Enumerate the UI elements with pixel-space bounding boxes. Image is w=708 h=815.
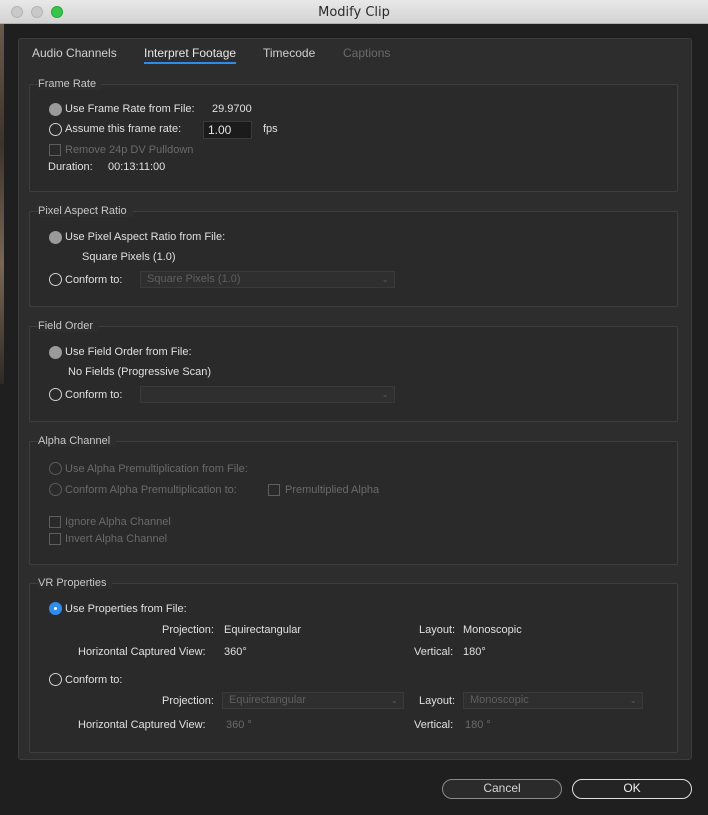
conform-layout-label: Layout: [419, 695, 456, 707]
fps-unit-label: fps [263, 123, 278, 135]
pixel-aspect-conform-label: Conform to: [65, 274, 123, 286]
use-alpha-premult-label: Use Alpha Premultiplication from File: [65, 463, 248, 475]
layout-value: Monoscopic [463, 624, 522, 636]
vr-conform-label: Conform to: [65, 674, 123, 686]
tab-audio-channels[interactable]: Audio Channels [32, 46, 117, 60]
chevron-down-icon: ⌄ [390, 695, 398, 705]
field-order-conform-radio[interactable] [49, 388, 62, 401]
use-pixel-aspect-from-file-radio[interactable] [49, 231, 62, 244]
alpha-channel-title: Alpha Channel [38, 435, 117, 447]
use-frame-rate-from-file-label: Use Frame Rate from File: [65, 103, 195, 115]
tab-interpret-footage[interactable]: Interpret Footage [144, 46, 237, 64]
layout-label: Layout: [419, 624, 456, 636]
conform-alpha-premult-radio [49, 483, 62, 496]
conform-projection-label: Projection: [162, 695, 214, 707]
premultiplied-alpha-label: Premultiplied Alpha [285, 484, 380, 496]
vertical-value: 180° [463, 646, 486, 658]
projection-label: Projection: [162, 624, 214, 636]
frame-rate-title: Frame Rate [38, 78, 103, 90]
assume-frame-rate-label: Assume this frame rate: [65, 123, 182, 135]
duration-value: 00:13:11:00 [108, 161, 166, 173]
conform-layout-value: Monoscopic [470, 694, 529, 706]
vertical-label: Vertical: [414, 646, 454, 658]
vr-properties-title: VR Properties [38, 577, 113, 589]
vr-conform-radio[interactable] [49, 673, 62, 686]
conform-projection-select[interactable]: Equirectangular ⌄ [222, 692, 404, 709]
pixel-aspect-title: Pixel Aspect Ratio [38, 205, 133, 217]
use-frame-rate-from-file-radio[interactable] [49, 103, 62, 116]
field-order-conform-label: Conform to: [65, 389, 123, 401]
use-field-order-from-file-radio[interactable] [49, 346, 62, 359]
background-window-strip [0, 24, 4, 384]
pixel-aspect-conform-select[interactable]: Square Pixels (1.0) ⌄ [140, 271, 395, 288]
use-vr-from-file-label: Use Properties from File: [65, 603, 187, 615]
invert-alpha-checkbox [49, 533, 61, 545]
conform-horizontal-view-value: 360 ° [226, 719, 252, 731]
frame-rate-input[interactable]: 1.00 [203, 121, 252, 139]
conform-layout-select[interactable]: Monoscopic ⌄ [463, 692, 643, 709]
assume-frame-rate-radio[interactable] [49, 123, 62, 136]
remove-pulldown-label: Remove 24p DV Pulldown [65, 144, 194, 156]
invert-alpha-label: Invert Alpha Channel [65, 533, 168, 545]
field-order-file-value: No Fields (Progressive Scan) [68, 366, 212, 378]
horizontal-view-label: Horizontal Captured View: [78, 646, 206, 658]
conform-vertical-value: 180 ° [465, 719, 491, 731]
pixel-aspect-conform-value: Square Pixels (1.0) [147, 273, 241, 285]
ignore-alpha-checkbox [49, 516, 61, 528]
field-order-title: Field Order [38, 320, 100, 332]
use-vr-from-file-radio[interactable] [49, 602, 62, 615]
horizontal-view-value: 360° [224, 646, 247, 658]
conform-alpha-premult-label: Conform Alpha Premultiplication to: [65, 484, 237, 496]
ok-button[interactable]: OK [572, 779, 692, 799]
alpha-channel-section [29, 441, 678, 565]
tab-timecode[interactable]: Timecode [263, 46, 315, 60]
cancel-button[interactable]: Cancel [442, 779, 562, 799]
ignore-alpha-label: Ignore Alpha Channel [65, 516, 171, 528]
chevron-down-icon: ⌄ [381, 274, 389, 284]
pixel-aspect-file-value: Square Pixels (1.0) [82, 251, 176, 263]
premultiplied-alpha-checkbox [268, 484, 280, 496]
conform-projection-value: Equirectangular [229, 694, 307, 706]
remove-pulldown-checkbox [49, 144, 61, 156]
pixel-aspect-conform-radio[interactable] [49, 273, 62, 286]
field-order-conform-select[interactable]: ⌄ [140, 386, 395, 403]
tab-captions: Captions [343, 46, 391, 60]
use-field-order-from-file-label: Use Field Order from File: [65, 346, 192, 358]
conform-horizontal-view-label: Horizontal Captured View: [78, 719, 206, 731]
window-title: Modify Clip [318, 5, 390, 20]
use-alpha-premult-radio [49, 462, 62, 475]
frame-rate-section [29, 84, 678, 192]
duration-label: Duration: [48, 161, 93, 173]
chevron-down-icon: ⌄ [381, 389, 389, 399]
projection-value: Equirectangular [224, 624, 302, 636]
use-pixel-aspect-from-file-label: Use Pixel Aspect Ratio from File: [65, 231, 226, 243]
file-frame-rate-value: 29.9700 [212, 103, 252, 115]
chevron-down-icon: ⌄ [629, 695, 637, 705]
title-bar: Modify Clip [0, 0, 708, 24]
conform-vertical-label: Vertical: [414, 719, 454, 731]
